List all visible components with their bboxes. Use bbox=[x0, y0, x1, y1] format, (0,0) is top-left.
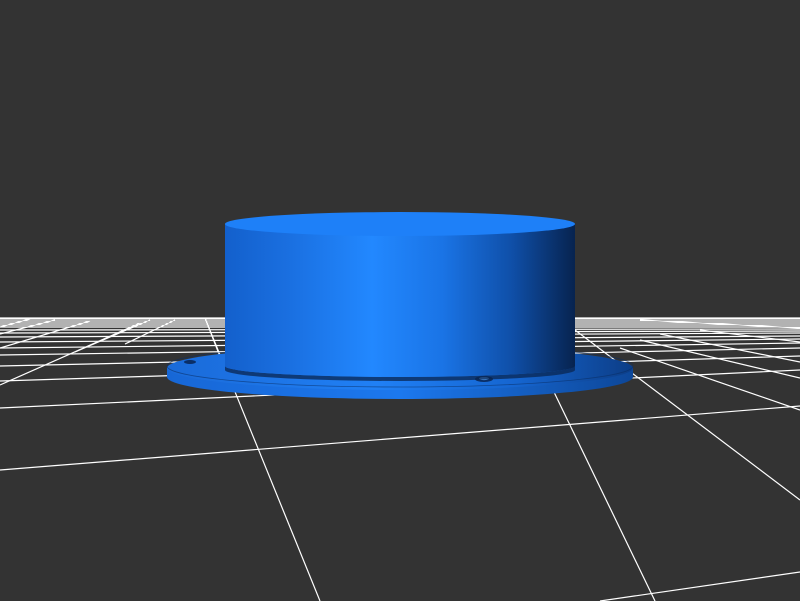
cup-body bbox=[225, 224, 575, 377]
cup-model[interactable] bbox=[166, 212, 634, 399]
mounting-hole bbox=[184, 360, 196, 364]
cup-top-rim bbox=[225, 212, 575, 236]
scene-canvas[interactable] bbox=[0, 0, 800, 601]
3d-viewport[interactable] bbox=[0, 0, 800, 601]
